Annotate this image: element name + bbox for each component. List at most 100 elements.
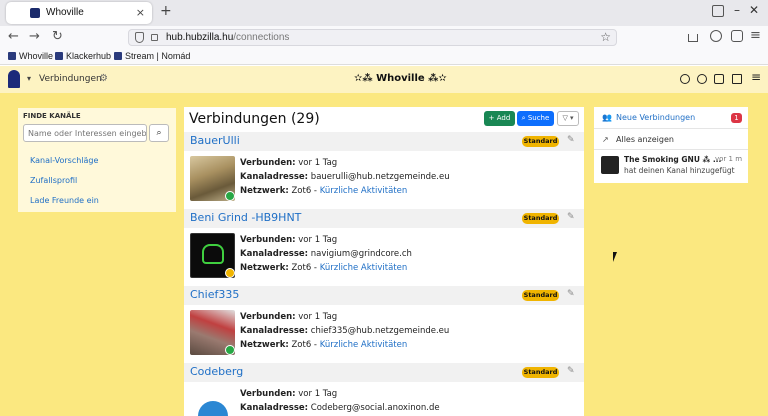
connection-item: Beni Grind -HB9HNT Standard ✎ Verbunden:… <box>184 209 584 285</box>
lock-icon[interactable] <box>151 34 158 41</box>
connection-header: Codeberg Standard ✎ <box>184 363 584 382</box>
link-channel-suggestions[interactable]: Kanal-Vorschläge <box>30 156 98 165</box>
users-icon: 👥 <box>602 113 612 122</box>
add-connection-button[interactable]: + Add <box>484 111 515 126</box>
tab-title: Whoville <box>46 7 84 18</box>
edit-icon[interactable]: ✎ <box>567 366 575 376</box>
notification-sender[interactable]: The Smoking GNU ⁂ ... <box>624 155 721 164</box>
browser-tab[interactable]: Whoville × <box>6 2 152 24</box>
notification-text: hat deinen Kanal hinzugefügt <box>624 166 735 175</box>
mouse-cursor-icon <box>613 252 621 262</box>
filter-dropdown-button[interactable]: ▽ ▾ <box>557 111 579 126</box>
external-link-icon: ↗ <box>602 135 609 144</box>
link-random-profile[interactable]: Zufallsprofil <box>30 176 77 185</box>
edit-icon[interactable]: ✎ <box>567 289 575 299</box>
search-connections-button[interactable]: ⌕ Suche <box>517 111 554 126</box>
nav-section-title: Verbindungen <box>39 74 102 84</box>
site-navbar: ▾ Verbindungen ⚙ ✫⁂ Whoville ⁂✫ ≡ <box>0 66 768 93</box>
show-all-row[interactable]: ↗ Alles anzeigen <box>594 129 748 150</box>
connected-row: Verbunden: vor 1 Tag <box>240 312 338 322</box>
connection-header: Chief335 Standard ✎ <box>184 286 584 305</box>
browser-navbar: ← → ↻ hub.hubzilla.hu/connections ☆ ≡ <box>0 26 768 48</box>
profile-icon[interactable] <box>697 74 707 84</box>
hamburger-menu-icon[interactable]: ≡ <box>751 70 761 84</box>
recent-activity-link[interactable]: Kürzliche Aktivitäten <box>320 263 408 273</box>
connected-row: Verbunden: vor 1 Tag <box>240 158 338 168</box>
role-badge: Standard <box>522 290 559 301</box>
edit-icon[interactable]: ✎ <box>567 135 575 145</box>
url-text: hub.hubzilla.hu/connections <box>166 32 290 43</box>
tab-close-icon[interactable]: × <box>136 6 145 19</box>
channel-search-input[interactable] <box>23 124 147 142</box>
show-all-label[interactable]: Alles anzeigen <box>616 135 674 144</box>
new-connections-row[interactable]: 👥 Neue Verbindungen 1 <box>594 107 748 129</box>
address-row: Kanaladresse: bauerulli@hub.netzgemeinde… <box>240 172 450 182</box>
new-connections-label[interactable]: Neue Verbindungen <box>616 113 695 122</box>
recent-activity-link[interactable]: Kürzliche Aktivitäten <box>320 186 408 196</box>
url-bar[interactable]: hub.hubzilla.hu/connections ☆ <box>128 29 617 46</box>
window-close-icon[interactable]: ✕ <box>749 3 759 17</box>
channel-avatar-icon[interactable] <box>8 70 20 88</box>
search-button[interactable]: ⌕ <box>149 124 169 142</box>
network-row: Netzwerk: Zot6 - Kürzliche Aktivitäten <box>240 340 408 350</box>
bookmarks-bar: Whoville Klackerhub Stream | Nomád <box>0 48 768 65</box>
connection-name[interactable]: BauerUlli <box>190 134 240 147</box>
gear-icon[interactable]: ⚙ <box>99 73 108 84</box>
address-row: Kanaladresse: Codeberg@social.anoxinon.d… <box>240 403 440 413</box>
avatar[interactable] <box>601 156 619 174</box>
connected-row: Verbunden: vor 1 Tag <box>240 235 338 245</box>
online-status-dot <box>225 191 235 201</box>
find-channels-heading: FINDE KANÄLE <box>23 112 81 120</box>
bookmark-whoville[interactable]: Whoville <box>8 51 53 61</box>
apps-grid-icon[interactable] <box>732 74 742 84</box>
window-minimize-icon[interactable]: – <box>734 3 740 17</box>
codeberg-logo <box>198 401 228 416</box>
connection-name[interactable]: Codeberg <box>190 365 243 378</box>
avatar[interactable] <box>190 387 235 416</box>
forward-icon[interactable]: → <box>29 29 40 44</box>
connections-panel: Verbindungen (29) + Add ⌕ Suche ▽ ▾ Baue… <box>184 107 584 416</box>
connection-item: BauerUlli Standard ✎ Verbunden: vor 1 Ta… <box>184 132 584 208</box>
tab-list-icon[interactable] <box>712 5 724 17</box>
search-icon[interactable] <box>680 74 690 84</box>
reload-icon[interactable]: ↻ <box>52 29 63 44</box>
network-row: Netzwerk: Zot6 - Kürzliche Aktivitäten <box>240 186 408 196</box>
bookmark-favicon-icon <box>114 52 122 60</box>
site-name[interactable]: ✫⁂ Whoville ⁂✫ <box>354 73 447 84</box>
browser-tab-bar: Whoville × + – ✕ <box>0 0 768 26</box>
whoville-favicon-icon <box>30 8 40 18</box>
recent-activity-link[interactable]: Kürzliche Aktivitäten <box>320 340 408 350</box>
link-invite-friends[interactable]: Lade Freunde ein <box>30 196 99 205</box>
menu-icon[interactable]: ≡ <box>750 28 761 43</box>
notifications-icon[interactable] <box>714 74 724 84</box>
skull-graphic <box>202 244 224 264</box>
find-channels-panel: FINDE KANÄLE ⌕ Kanal-Vorschläge Zufallsp… <box>18 108 176 212</box>
edit-icon[interactable]: ✎ <box>567 212 575 222</box>
connection-header: BauerUlli Standard ✎ <box>184 132 584 151</box>
extensions-icon[interactable] <box>731 30 743 42</box>
pocket-icon[interactable] <box>688 34 698 42</box>
network-row: Netzwerk: Zot6 - Kürzliche Aktivitäten <box>240 263 408 273</box>
online-status-dot <box>225 345 235 355</box>
notification-time: vor 1 m <box>715 155 743 163</box>
chevron-down-icon[interactable]: ▾ <box>27 74 31 83</box>
away-status-dot <box>225 268 235 278</box>
connection-header: Beni Grind -HB9HNT Standard ✎ <box>184 209 584 228</box>
connection-item: Chief335 Standard ✎ Verbunden: vor 1 Tag… <box>184 286 584 362</box>
new-tab-button[interactable]: + <box>160 3 172 19</box>
bookmark-klackerhub[interactable]: Klackerhub <box>55 51 111 61</box>
bookmark-favicon-icon <box>55 52 63 60</box>
page: ▾ Verbindungen ⚙ ✫⁂ Whoville ⁂✫ ≡ FINDE … <box>0 66 768 416</box>
bookmark-stream-nomad[interactable]: Stream | Nomád <box>114 51 190 61</box>
page-title: Verbindungen (29) <box>189 111 320 127</box>
role-badge: Standard <box>522 213 559 224</box>
bookmark-star-icon[interactable]: ☆ <box>600 30 611 44</box>
connection-name[interactable]: Beni Grind -HB9HNT <box>190 211 301 224</box>
tracking-shield-icon[interactable] <box>135 32 144 43</box>
bookmark-favicon-icon <box>8 52 16 60</box>
address-row: Kanaladresse: navigium@grindcore.ch <box>240 249 412 259</box>
back-icon[interactable]: ← <box>8 29 19 44</box>
connection-item: Codeberg Standard ✎ Verbunden: vor 1 Tag… <box>184 363 584 416</box>
connection-name[interactable]: Chief335 <box>190 288 239 301</box>
account-icon[interactable] <box>710 30 722 42</box>
